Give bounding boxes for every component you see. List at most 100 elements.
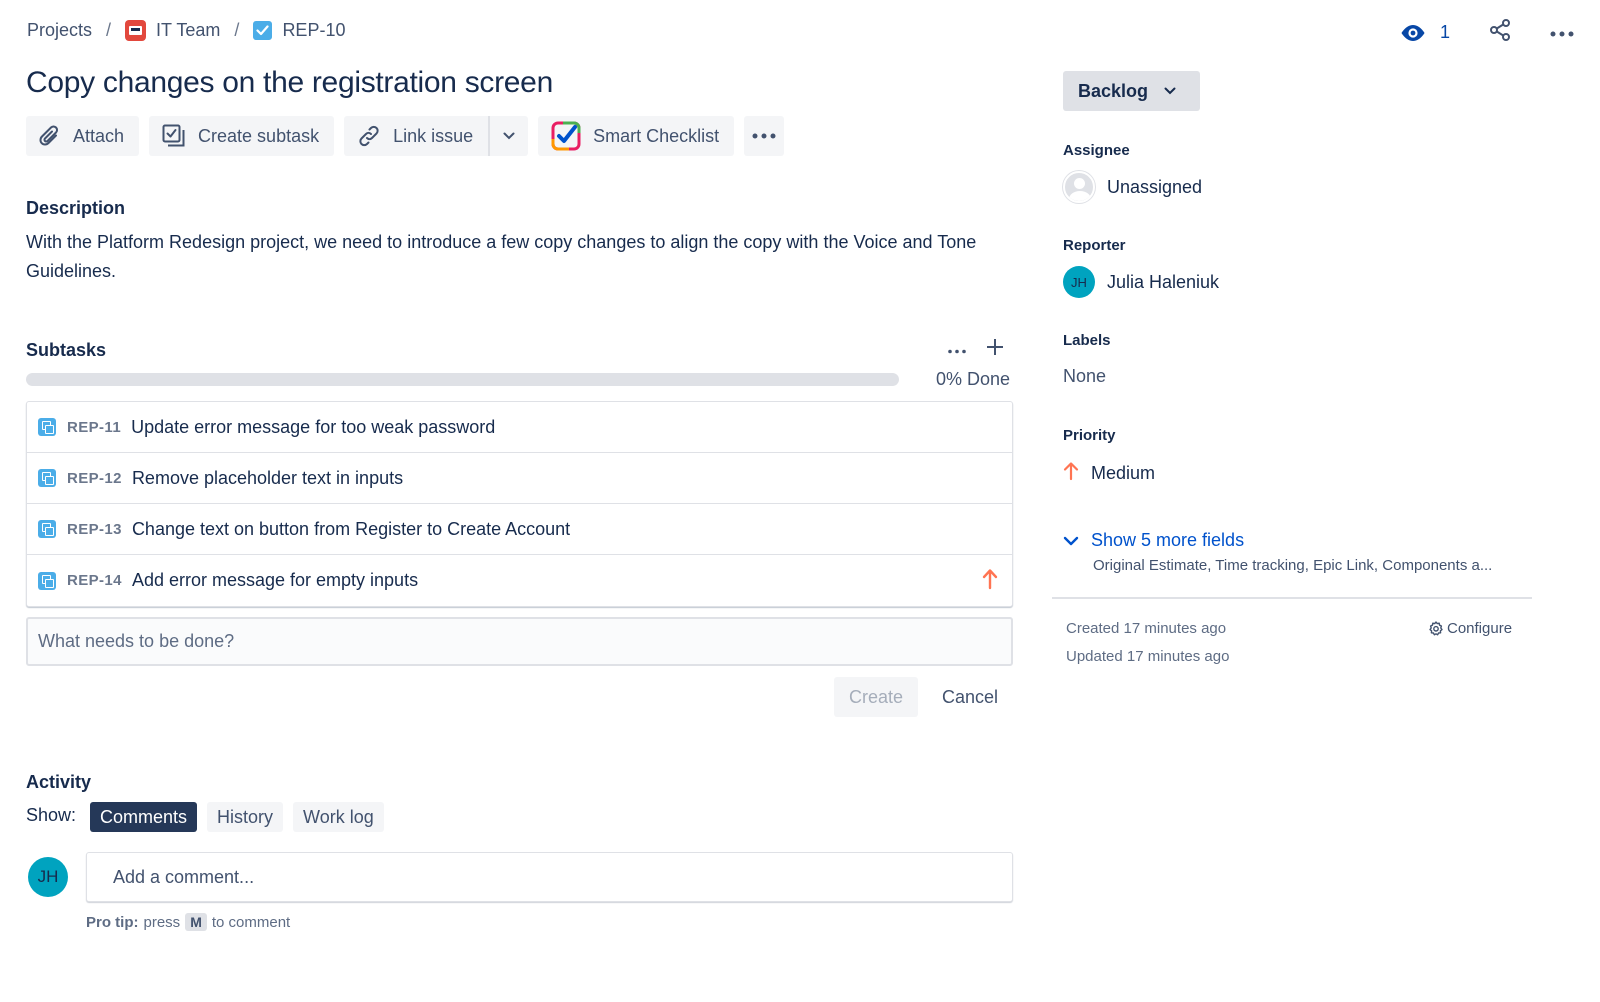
configure-button[interactable]: Configure xyxy=(1428,620,1512,637)
attach-label: Attach xyxy=(73,125,125,146)
subtask-summary[interactable]: Change text on button from Register to C… xyxy=(132,519,570,540)
project-icon xyxy=(125,20,147,41)
status-label: Backlog xyxy=(1078,80,1149,101)
issue-title[interactable]: Copy changes on the registration screen xyxy=(26,66,553,100)
cancel-button[interactable]: Cancel xyxy=(928,677,1012,717)
hidden-fields-list: Original Estimate, Time tracking, Epic L… xyxy=(1093,557,1493,574)
new-subtask-input[interactable] xyxy=(26,617,1013,666)
gear-icon xyxy=(1429,620,1443,635)
breadcrumb-projects[interactable]: Projects xyxy=(27,20,92,41)
subtask-row[interactable]: REP-11 Update error message for too weak… xyxy=(27,402,1012,453)
subtask-type-icon xyxy=(38,520,56,538)
link-icon xyxy=(359,125,379,147)
toolbar-more-button[interactable] xyxy=(744,116,785,156)
status-dropdown[interactable]: Backlog xyxy=(1063,71,1200,111)
subtask-summary[interactable]: Add error message for empty inputs xyxy=(132,570,418,591)
subtasks-heading: Subtasks xyxy=(26,340,107,360)
configure-label: Configure xyxy=(1447,620,1513,637)
reporter-label: Reporter xyxy=(1063,237,1126,254)
labels-field[interactable]: None xyxy=(1063,366,1106,387)
tab-work-log[interactable]: Work log xyxy=(293,802,384,832)
breadcrumb: Projects / IT Team / REP-10 xyxy=(27,20,345,41)
more-actions-icon[interactable] xyxy=(1550,24,1574,42)
issue-header-actions: 1 xyxy=(1400,18,1574,47)
priority-value: Medium xyxy=(1091,463,1156,483)
avatar[interactable]: JH xyxy=(28,857,68,897)
subtasks-progress-label: 0% Done xyxy=(935,369,1010,389)
comment-input[interactable] xyxy=(86,852,1013,902)
reporter-field[interactable]: JH Julia Haleniuk xyxy=(1063,266,1219,298)
show-more-fields-button[interactable]: Show 5 more fields xyxy=(1063,530,1244,551)
watch-count: 1 xyxy=(1439,22,1450,42)
pro-tip-pre: press xyxy=(143,913,181,931)
subtask-type-icon xyxy=(38,469,56,487)
subtask-row[interactable]: REP-13 Change text on button from Regist… xyxy=(27,504,1012,555)
issue-toolbar: Attach Create subtask Link issue Smart C… xyxy=(26,116,785,156)
subtask-row[interactable]: REP-14 Add error message for empty input… xyxy=(27,555,1012,606)
subtask-row[interactable]: REP-12 Remove placeholder text in inputs xyxy=(27,453,1012,504)
share-icon[interactable] xyxy=(1488,18,1512,47)
keyboard-shortcut-key: M xyxy=(185,913,207,931)
smart-checklist-icon xyxy=(551,121,581,151)
unassigned-avatar-icon xyxy=(1063,171,1095,203)
divider xyxy=(1052,597,1532,599)
comment-pro-tip: Pro tip: press M to comment xyxy=(86,913,290,931)
breadcrumb-issue[interactable]: REP-10 xyxy=(253,20,345,41)
paperclip-icon xyxy=(39,125,59,146)
priority-label: Priority xyxy=(1063,427,1116,444)
tab-comments[interactable]: Comments xyxy=(90,802,198,832)
priority-field[interactable]: Medium xyxy=(1063,461,1155,486)
breadcrumb-project[interactable]: IT Team xyxy=(125,20,220,41)
link-issue-label: Link issue xyxy=(393,125,474,146)
created-timestamp: Created 17 minutes ago xyxy=(1066,620,1227,637)
subtask-key[interactable]: REP-11 xyxy=(67,419,121,436)
eye-icon xyxy=(1401,24,1425,41)
assignee-label: Assignee xyxy=(1063,142,1130,159)
labels-value: None xyxy=(1063,366,1107,386)
task-type-icon xyxy=(253,21,273,40)
subtask-icon xyxy=(162,124,185,147)
subtasks-more-icon[interactable] xyxy=(948,341,966,359)
description-text[interactable]: With the Platform Redesign project, we n… xyxy=(26,228,1006,286)
updated-timestamp: Updated 17 minutes ago xyxy=(1066,648,1230,665)
description-heading: Description xyxy=(26,198,126,218)
activity-tabs: Comments History Work log xyxy=(90,802,384,832)
avatar: JH xyxy=(1063,266,1095,298)
tab-history[interactable]: History xyxy=(207,802,284,832)
activity-show-label: Show: xyxy=(26,805,77,825)
subtask-key[interactable]: REP-13 xyxy=(67,521,122,538)
assignee-field[interactable]: Unassigned xyxy=(1063,171,1202,203)
subtasks-progress-bar xyxy=(26,373,899,386)
link-issue-dropdown[interactable] xyxy=(488,116,529,156)
create-subtask-submit-button[interactable]: Create xyxy=(834,677,918,717)
create-subtask-button[interactable]: Create subtask xyxy=(149,116,335,156)
chevron-down-icon xyxy=(503,132,515,140)
pro-tip-label: Pro tip: xyxy=(86,913,139,931)
subtask-type-icon xyxy=(38,571,56,590)
more-icon xyxy=(752,133,776,139)
link-issue-button[interactable]: Link issue xyxy=(344,116,489,156)
smart-checklist-button[interactable]: Smart Checklist xyxy=(538,116,735,156)
breadcrumb-issue-key: REP-10 xyxy=(282,20,346,40)
assignee-value: Unassigned xyxy=(1107,176,1203,197)
chevron-down-icon xyxy=(1164,87,1176,95)
activity-heading: Activity xyxy=(26,772,92,792)
labels-label: Labels xyxy=(1063,332,1111,349)
subtask-summary[interactable]: Remove placeholder text in inputs xyxy=(132,468,403,489)
subtask-key[interactable]: REP-12 xyxy=(67,470,122,487)
breadcrumb-separator: / xyxy=(234,20,240,40)
watch-button[interactable]: 1 xyxy=(1400,22,1450,43)
add-subtask-icon[interactable] xyxy=(986,338,1004,361)
arrow-up-icon xyxy=(1063,461,1079,486)
subtask-list: REP-11 Update error message for too weak… xyxy=(26,401,1013,607)
show-more-label: Show 5 more fields xyxy=(1091,530,1245,550)
arrow-up-icon xyxy=(982,568,998,595)
chevron-down-icon xyxy=(1063,536,1079,545)
subtask-key[interactable]: REP-14 xyxy=(67,572,122,589)
subtask-summary[interactable]: Update error message for too weak passwo… xyxy=(131,417,495,438)
subtasks-actions xyxy=(948,338,1004,361)
attach-button[interactable]: Attach xyxy=(26,116,140,156)
smart-checklist-label: Smart Checklist xyxy=(593,125,720,146)
pro-tip-post: to comment xyxy=(211,913,291,931)
subtask-type-icon xyxy=(38,418,56,436)
